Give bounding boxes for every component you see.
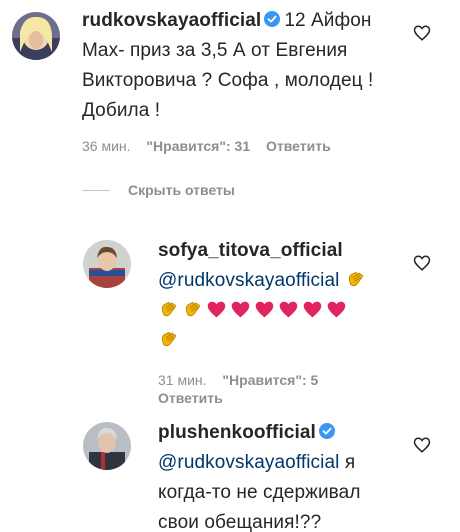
reply-button[interactable]: Ответить: [266, 138, 331, 154]
reply-likes[interactable]: "Нравится": 5: [222, 372, 318, 388]
mention-link[interactable]: @rudkovskayaofficial: [158, 452, 339, 473]
comment-time: 36 мин.: [82, 138, 131, 154]
verified-badge-icon: [318, 423, 335, 439]
reply-text-inline: я: [344, 452, 356, 473]
avatar-plushenko[interactable]: [83, 422, 131, 470]
like-heart-icon[interactable]: [413, 436, 431, 454]
username-plushenko[interactable]: plushenkoofficial: [158, 422, 316, 443]
divider: [82, 189, 110, 191]
red-heart-icon: [327, 301, 346, 318]
avatar-sofya[interactable]: [83, 240, 131, 288]
mention-link[interactable]: @rudkovskayaofficial: [158, 270, 339, 291]
red-heart-icon: [231, 301, 250, 318]
username-rudkovskaya[interactable]: rudkovskayaofficial: [82, 10, 261, 31]
emoji-line-3: [158, 330, 182, 351]
like-heart-icon[interactable]: [413, 254, 431, 272]
comment-line-4: Добила !: [82, 100, 161, 121]
reply-meta-2: Ответить: [158, 390, 235, 406]
clapping-hands-icon: [161, 302, 176, 317]
clapping-hands-icon: [348, 272, 363, 287]
reply-plushenko-text: plushenkoofficial @rudkovskayaofficial я…: [158, 418, 398, 532]
comment-line-2: Max- приз за 3,5 А от Евгения: [82, 40, 348, 61]
red-heart-icon: [303, 301, 322, 318]
red-heart-icon: [255, 301, 274, 318]
reply-line-2: когда-то не сдерживал: [158, 482, 361, 503]
avatar-rudkovskaya[interactable]: [12, 12, 60, 60]
reply-button[interactable]: Ответить: [158, 390, 223, 406]
clapping-hands-icon: [185, 302, 200, 317]
comment-meta: 36 мин. "Нравится": 31 Ответить: [82, 138, 343, 154]
comments-panel: rudkovskayaofficial 12 Айфон Max- приз за…: [0, 0, 460, 532]
clapping-hands-icon: [161, 332, 176, 347]
like-heart-icon[interactable]: [413, 24, 431, 42]
reply-meta: 31 мин. "Нравится": 5: [158, 372, 330, 388]
reply-time: 31 мин.: [158, 372, 207, 388]
comment-line-1: 12 Айфон: [284, 10, 372, 31]
username-sofya[interactable]: sofya_titova_official: [158, 240, 343, 261]
hide-replies-toggle[interactable]: Скрыть ответы: [82, 182, 235, 198]
reply-sofya-text: sofya_titova_official @rudkovskayaoffici…: [158, 236, 398, 356]
reply-line-3: свои обещания!??: [158, 512, 322, 532]
comment-line-3: Викторовича ? Софа , молодец !: [82, 70, 374, 91]
red-heart-icon: [279, 301, 298, 318]
comment-likes[interactable]: "Нравится": 31: [146, 138, 250, 154]
hide-replies-label: Скрыть ответы: [128, 182, 235, 198]
comment-rudkovskaya-text: rudkovskayaofficial 12 Айфон Max- приз за…: [82, 6, 412, 126]
emoji-line-2: [158, 300, 350, 321]
red-heart-icon: [207, 301, 226, 318]
verified-badge-icon: [264, 11, 281, 27]
emoji-line-1: [345, 270, 369, 291]
